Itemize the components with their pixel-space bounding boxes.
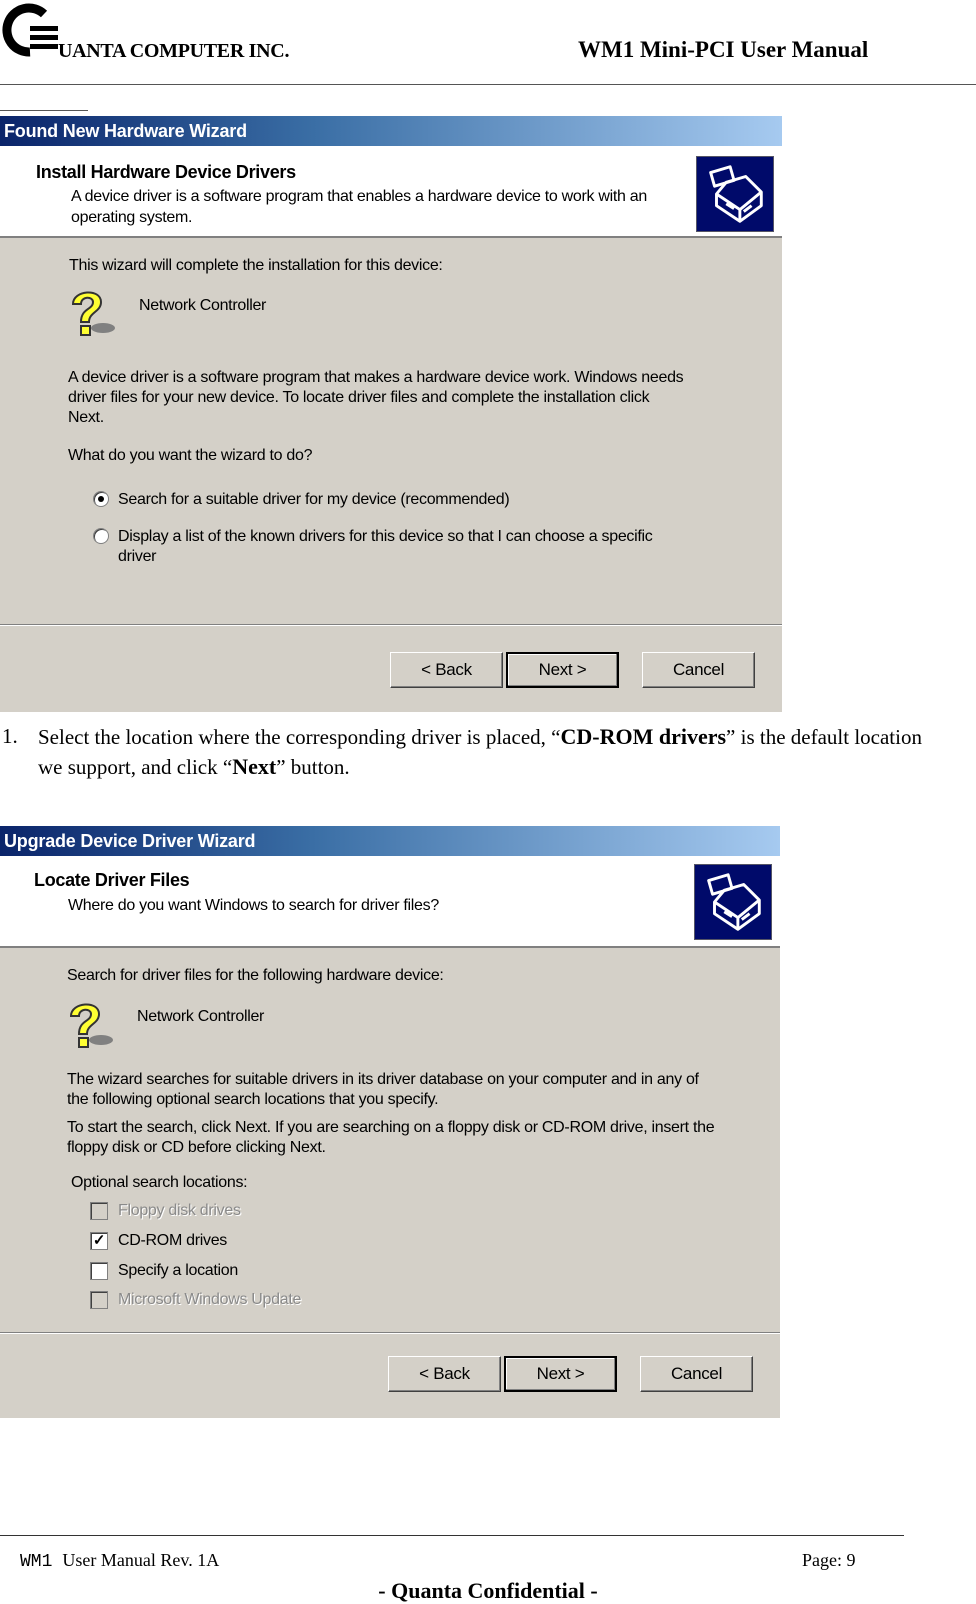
step-number: 1. [2,724,18,748]
wizard-intro: This wizard will complete the installati… [69,257,443,274]
footer-divider [0,624,782,626]
step-text-part: Select the location where the correspond… [38,725,561,749]
device-name: Network Controller [137,1008,265,1025]
step-text-part: ” button. [276,755,350,779]
wizard-title-bar: Upgrade Device Driver Wizard [0,826,780,856]
option-label: Display a list of the known drivers for … [118,528,653,565]
checkbox-label: Floppy disk drives [118,1202,241,1219]
footer-divider [0,1332,780,1334]
wizard-instructions: To start the search, click Next. If you … [67,1119,715,1156]
wizard-body: Search for driver files for the followin… [0,948,780,1338]
option-search-driver[interactable]: Search for a suitable driver for my devi… [93,490,510,510]
company-name: UANTA COMPUTER INC. [58,40,290,62]
search-locations-label: Optional search locations: [71,1174,248,1191]
checkbox-floppy-drives[interactable]: Floppy disk drives [90,1201,241,1221]
hardware-device-icon [694,864,772,940]
option-label: Search for a suitable driver for my devi… [118,491,510,508]
wizard-header-subtitle: Where do you want Windows to search for … [68,897,439,914]
wizard-header-subtitle: A device driver is a software program th… [71,188,647,226]
unknown-device-question-icon [69,1003,113,1048]
upgrade-device-driver-wizard: Upgrade Device Driver Wizard Locate Driv… [0,826,780,1418]
footer-revision-text: User Manual Rev. 1A [62,1550,220,1570]
checkbox[interactable] [90,1262,108,1280]
hardware-device-icon [696,156,774,232]
checkbox-windows-update[interactable]: Microsoft Windows Update [90,1290,301,1310]
wizard-body: This wizard will complete the installati… [0,238,782,646]
manual-title: WM1 Mini-PCI User Manual [578,37,869,62]
wizard-title-bar: Found New Hardware Wizard [0,116,782,146]
header-divider [0,84,976,85]
page-number: Page: 9 [802,1550,856,1570]
footer-revision: WM1 User Manual Rev. 1A [20,1550,219,1572]
back-button[interactable]: < Back [390,652,503,688]
wizard-question: What do you want the wizard to do? [68,447,313,464]
wizard-header: Install Hardware Device Drivers A device… [0,146,782,238]
next-button[interactable]: Next > [504,1356,617,1392]
device-name: Network Controller [139,297,267,314]
wizard-header-title: Install Hardware Device Drivers [36,162,296,182]
wizard-description: A device driver is a software program th… [68,369,684,426]
step-text: Select the location where the correspond… [38,722,938,782]
checkbox-specify-location[interactable]: Specify a location [90,1261,238,1281]
footer-divider [0,1535,904,1536]
confidential-notice: - Quanta Confidential - [378,1578,598,1603]
wizard-footer: < Back Next > Cancel [0,1348,780,1418]
checkbox-label: Specify a location [118,1262,239,1279]
radio-button-selected[interactable] [93,491,109,507]
wizard-header-title: Locate Driver Files [34,870,190,890]
cancel-button[interactable]: Cancel [642,652,755,688]
checkbox-checked[interactable]: ✓ [90,1232,108,1250]
wizard-header: Locate Driver Files Where do you want Wi… [0,856,780,948]
option-display-list[interactable]: Display a list of the known drivers for … [93,527,693,567]
checkbox-label: Microsoft Windows Update [118,1291,302,1308]
checkbox[interactable] [90,1291,108,1309]
checkbox[interactable] [90,1202,108,1220]
checkbox-label: CD-ROM drives [118,1232,227,1249]
wizard-intro: Search for driver files for the followin… [67,967,444,984]
cancel-button[interactable]: Cancel [640,1356,753,1392]
next-button[interactable]: Next > [506,652,619,688]
header-divider-short [0,110,88,111]
radio-button[interactable] [93,528,109,544]
unknown-device-question-icon [71,291,115,336]
footer-model: WM1 [20,1552,53,1572]
step-bold-next: Next [232,754,277,779]
quanta-q-logo-icon [2,3,58,57]
page-header: UANTA COMPUTER INC. WM1 Mini-PCI User Ma… [0,0,976,111]
wizard-footer: < Back Next > Cancel [0,642,782,712]
found-new-hardware-wizard: Found New Hardware Wizard Install Hardwa… [0,116,782,712]
wizard-description: The wizard searches for suitable drivers… [67,1071,699,1108]
checkbox-cdrom-drives[interactable]: ✓ CD-ROM drives [90,1231,227,1251]
back-button[interactable]: < Back [388,1356,501,1392]
step-bold-cdrom: CD-ROM drivers [560,724,727,749]
